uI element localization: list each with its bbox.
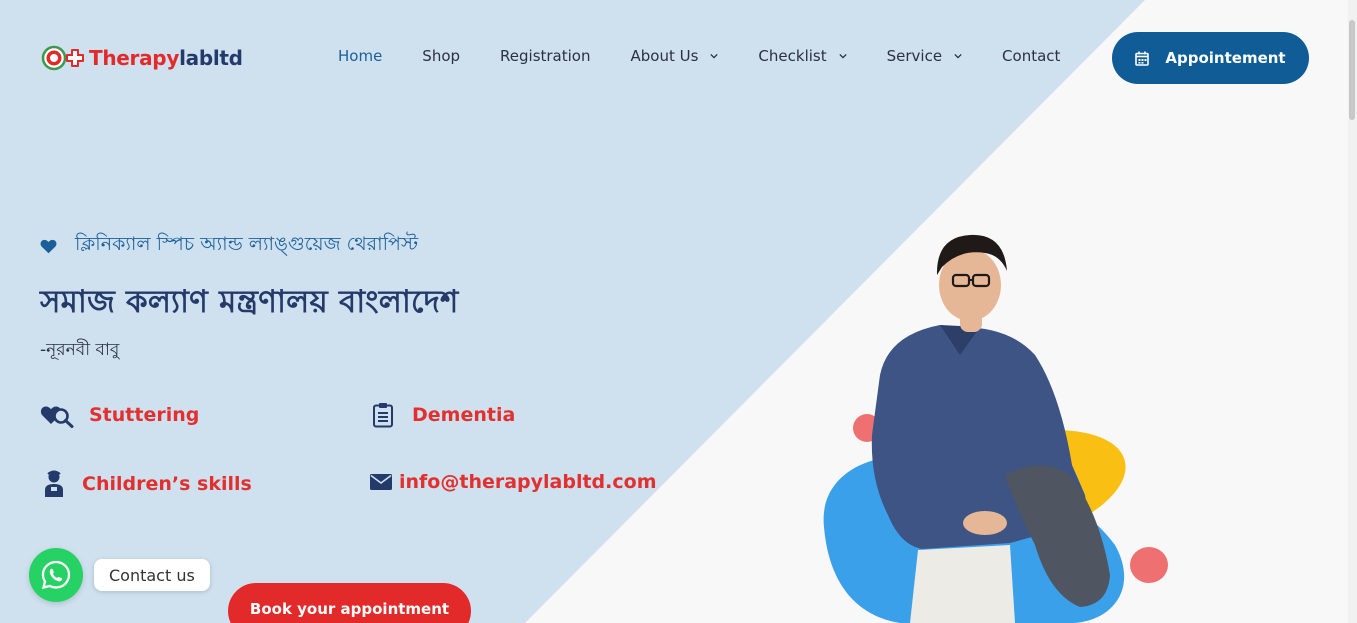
page-scrollbar[interactable] (1348, 0, 1357, 623)
feature-stuttering-label: Stuttering (89, 404, 200, 426)
nav-about-us[interactable]: About Us (631, 47, 719, 65)
chevron-down-icon (838, 53, 847, 59)
nav-shop[interactable]: Shop (422, 47, 460, 65)
nav-shop-label: Shop (422, 47, 461, 65)
nav-about-us-label: About Us (630, 47, 699, 65)
hero-author: -নূরনবী বাবু (40, 340, 120, 360)
mail-icon (370, 474, 392, 490)
nav-checklist[interactable]: Checklist (758, 47, 847, 65)
scrollbar-thumb[interactable] (1349, 20, 1355, 120)
logo-emblem-icon (41, 43, 84, 73)
site-logo[interactable]: Therapylabltd (41, 42, 243, 74)
hero-tagline-text: ক্লিনিক্যাল স্পিচ অ্যান্ড ল্যাঙ্গুয়েজ থ… (75, 233, 419, 255)
whatsapp-icon (41, 560, 71, 590)
hero-title: সমাজ কল্যাণ মন্ত্রণালয় বাংলাদেশ (40, 284, 459, 320)
feature-email-label: info@therapylabltd.com (399, 471, 657, 493)
chevron-down-icon (954, 53, 962, 59)
book-appointment-button[interactable]: Book your appointment (228, 583, 471, 623)
heart-search-icon (40, 402, 76, 428)
chevron-down-icon (710, 53, 719, 59)
hero-illustration (823, 234, 1168, 623)
calendar-icon (1135, 51, 1150, 66)
nav-home[interactable]: Home (338, 47, 382, 65)
nav-checklist-label: Checklist (758, 47, 827, 65)
appointment-button[interactable]: Appointement (1112, 32, 1309, 84)
nav-contact[interactable]: Contact (1002, 47, 1060, 65)
feature-dementia-label: Dementia (412, 404, 516, 426)
nav-contact-label: Contact (1002, 47, 1061, 65)
feature-childrens-skills[interactable]: Children’s skills (43, 470, 252, 498)
nav-service[interactable]: Service (887, 47, 962, 65)
clipboard-icon (372, 402, 394, 428)
nav-registration[interactable]: Registration (500, 47, 590, 65)
hero-tagline: ক্লিনিক্যাল স্পিচ অ্যান্ড ল্যাঙ্গুয়েজ থ… (40, 230, 418, 262)
nav-service-label: Service (886, 47, 943, 65)
appointment-button-label: Appointement (1165, 49, 1286, 67)
feature-email[interactable]: info@therapylabltd.com (370, 471, 657, 493)
nav-home-label: Home (338, 47, 383, 65)
whatsapp-label[interactable]: Contact us (94, 559, 210, 591)
child-icon (43, 470, 65, 498)
feature-stuttering[interactable]: Stuttering (40, 402, 199, 428)
whatsapp-button[interactable] (29, 548, 83, 602)
book-appointment-label: Book your appointment (249, 600, 450, 618)
feature-dementia[interactable]: Dementia (372, 402, 515, 428)
heart-icon (40, 239, 57, 253)
nav-registration-label: Registration (500, 47, 591, 65)
main-nav: Home Shop Registration About Us Checklis… (338, 47, 1060, 65)
feature-childrens-skills-label: Children’s skills (82, 473, 252, 495)
logo-text: Therapylabltd (89, 46, 243, 70)
